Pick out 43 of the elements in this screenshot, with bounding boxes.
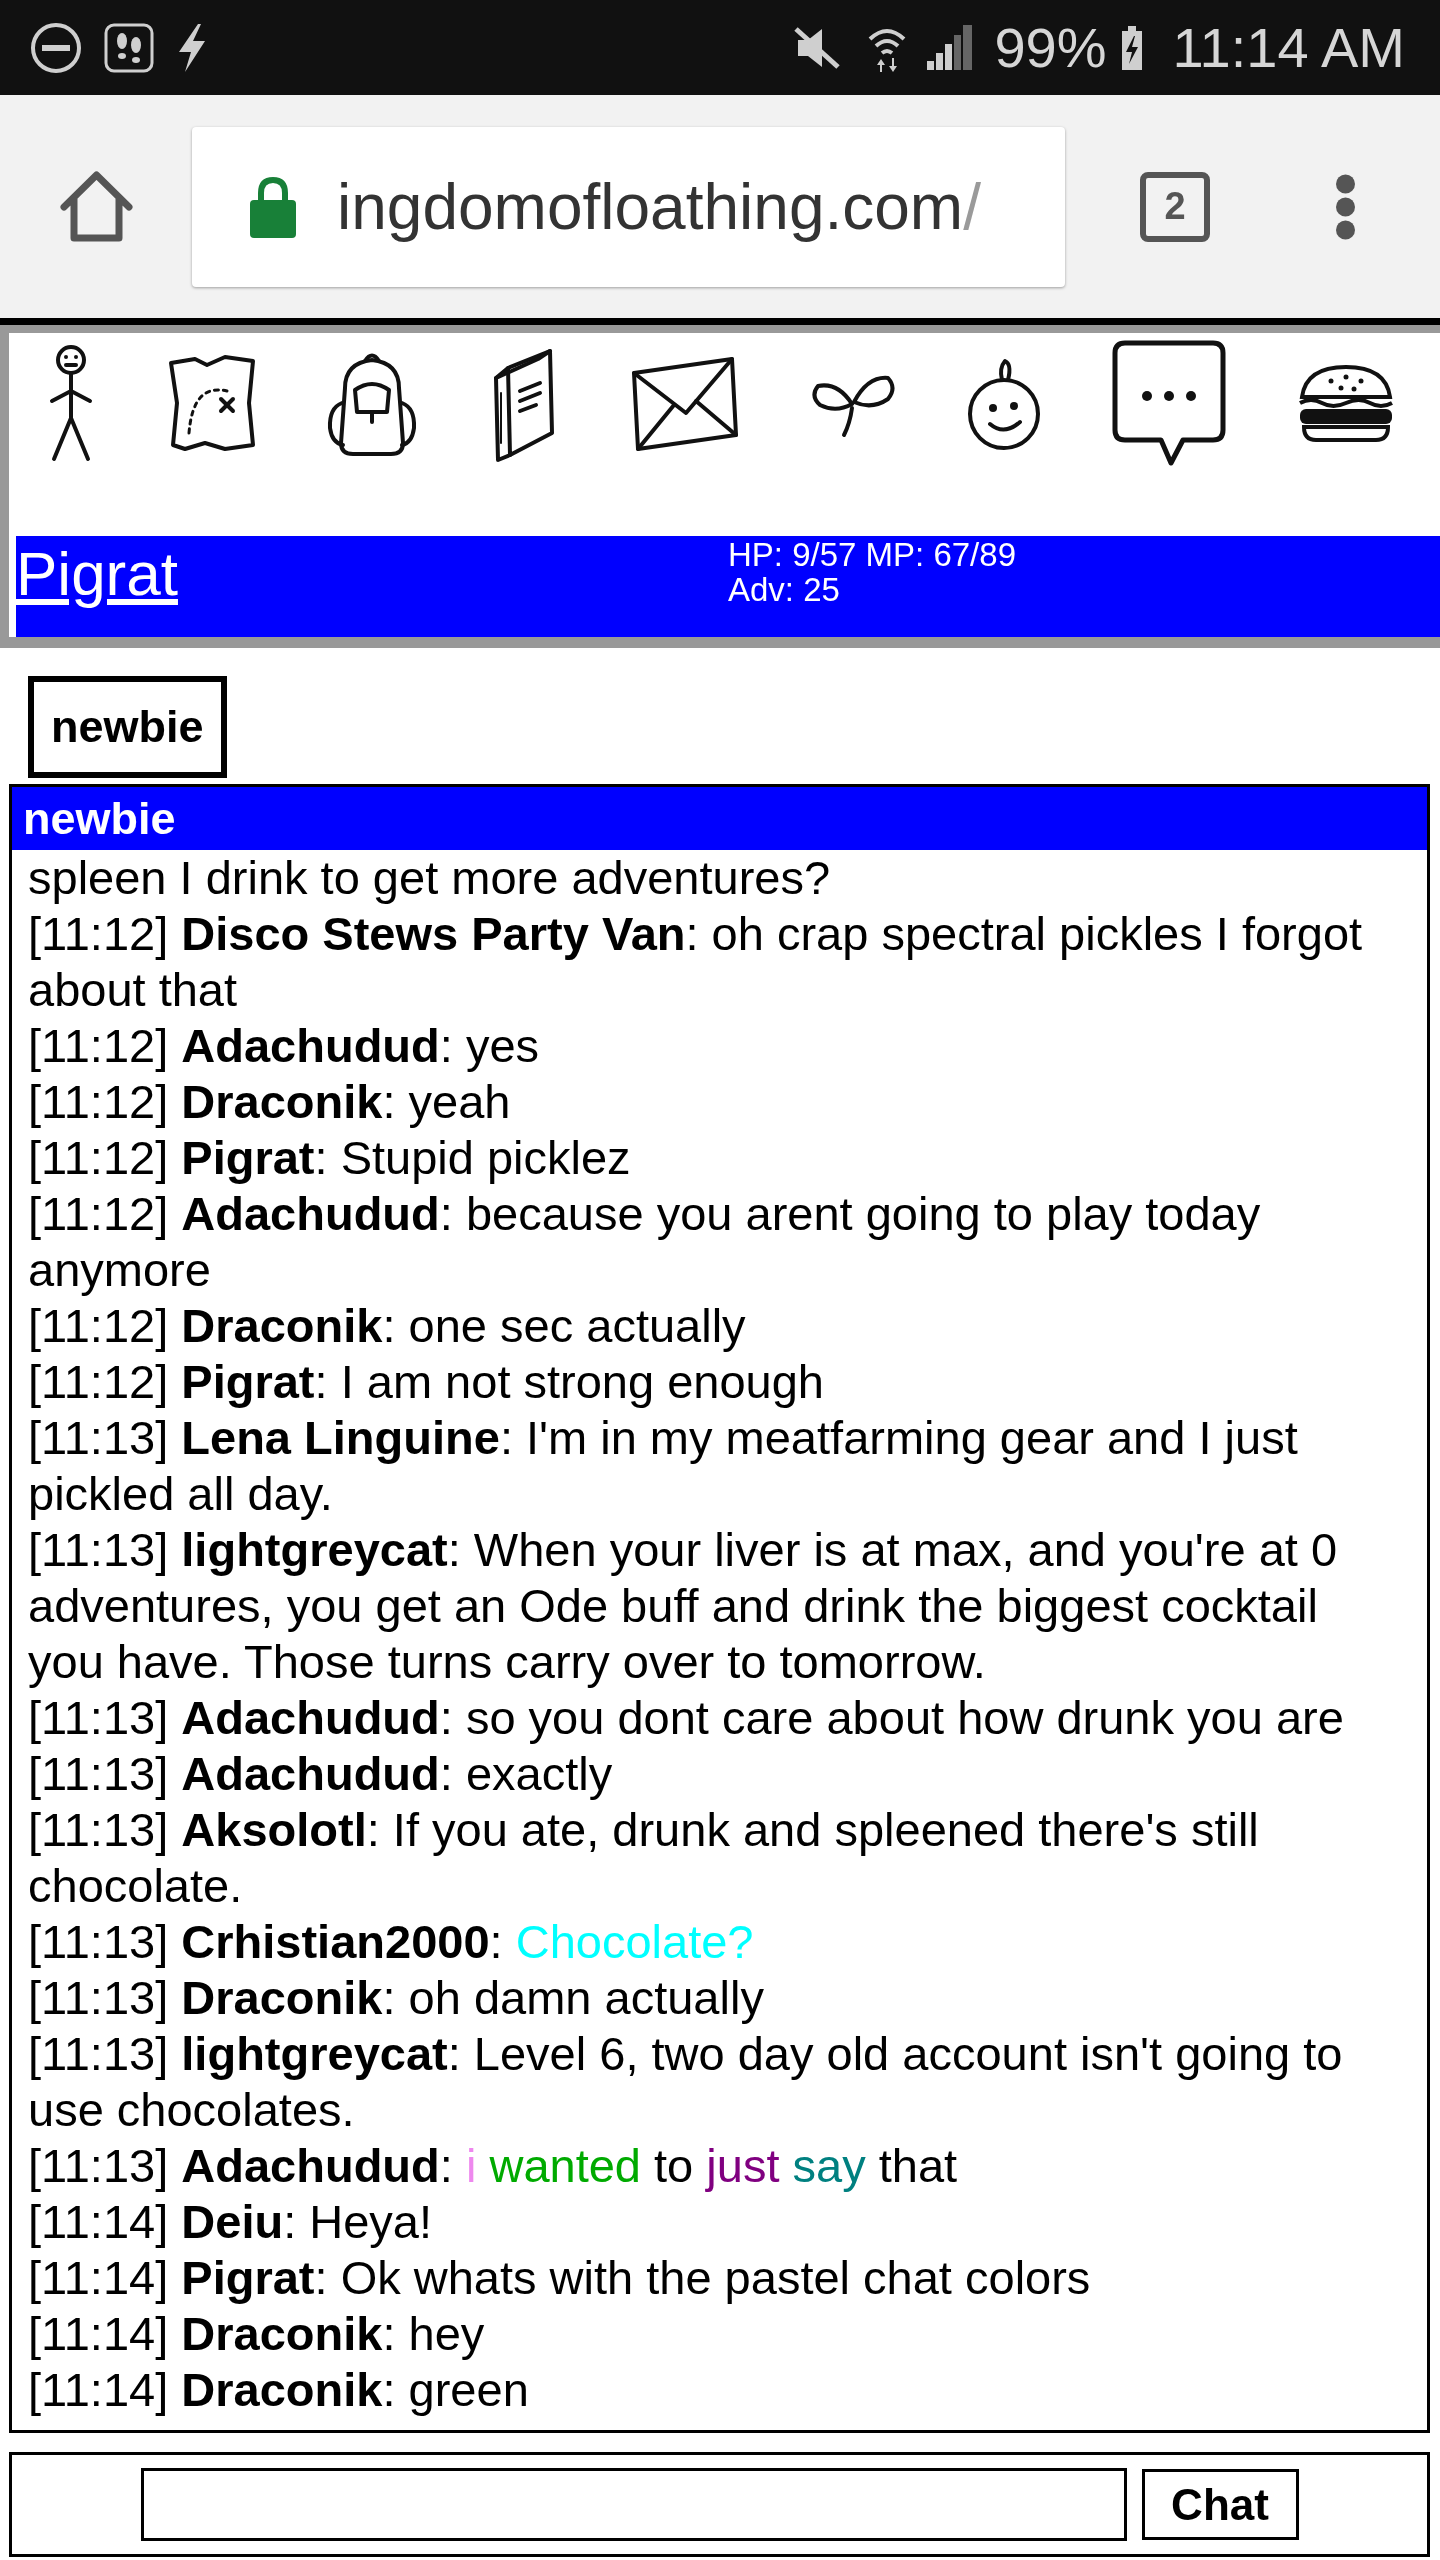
chat-message: [11:12] Pigrat: I am not strong enough — [28, 1354, 825, 1410]
chat-message: [11:13] Crhistian2000: Chocolate? — [28, 1914, 755, 1970]
chat-message: [11:14] Deiu: Heya! — [28, 2194, 434, 2250]
battery-charging-icon — [1120, 25, 1143, 70]
chat-button[interactable]: Chat — [1141, 2469, 1299, 2540]
chat-message: [11:13] Aksolotl: If you ate, drunk and spleened there's still chocolate. — [28, 1802, 1260, 1914]
chat-message: [11:13] lightgreycat: Level 6, two day old account isn't going to use chocolates. — [28, 2026, 1344, 2138]
chat-message: [11:12] Adachudud: because you arent going to play today anymore — [28, 1186, 1262, 1298]
chat-input[interactable] — [140, 2468, 1127, 2541]
chat-message: [11:12] Adachudud: yes — [28, 1018, 541, 1074]
chat-message: [11:14] Pigrat: Ok whats with the pastel chat colors — [28, 2250, 1092, 2306]
chat-message: [11:12] Draconik: yeah — [28, 1074, 512, 1130]
chat-message: [11:13] Adachudud: i wanted to just say that — [28, 2138, 959, 2194]
burger-icon[interactable] — [1296, 363, 1396, 443]
lightning-icon — [176, 23, 208, 72]
address-bar[interactable]: ingdomofloathing.com/ — [192, 126, 1065, 287]
footprints-icon — [104, 22, 154, 73]
stats-text: HP: 9/57 MP: 67/89 — [728, 537, 1016, 572]
url-text: ingdomofloathing.com/ — [337, 169, 981, 244]
chat-message: [11:13] Lena Linguine: I'm in my meatfarming gear and I just pickled all day. — [28, 1410, 1299, 1522]
stats-text: Adv: 25 — [728, 572, 840, 607]
chat-message: spleen I drink to get more adventures? — [28, 850, 832, 906]
chat-message: [11:12] Draconik: one sec actually — [28, 1298, 747, 1354]
tab-switcher-button[interactable]: 2 — [1140, 171, 1210, 242]
chat-message: [11:12] Disco Stews Party Van: oh crap spectral pickles I forgot about that — [28, 906, 1364, 1018]
chat-message: [11:13] Draconik: oh damn actually — [28, 1970, 765, 2026]
clock-time: 11:14 AM — [1172, 17, 1405, 78]
signal-icon — [927, 25, 973, 70]
menu-icon[interactable] — [1335, 173, 1356, 240]
chat-message: [11:13] lightgreycat: When your liver is at max, and you're at 0 adventures, you get an Ode buff and drink the biggest cocktail you have. Those turns carry over to tomorrow. — [28, 1522, 1339, 1690]
chat-message: [11:13] Adachudud: so you dont care about how drunk you are — [28, 1690, 1345, 1746]
channel-header: newbie — [12, 787, 1427, 850]
speech-bubble-icon[interactable] — [1111, 338, 1228, 468]
do-not-disturb-icon — [30, 21, 82, 74]
chat-message: [11:14] Draconik: hey — [28, 2306, 486, 2362]
chat-message: [11:13] Adachudud: exactly — [28, 1746, 614, 1802]
battery-percentage: 99% — [994, 17, 1107, 78]
chat-message: [11:14] Draconik: green — [28, 2362, 530, 2418]
chat-tab[interactable]: newbie — [28, 676, 227, 778]
lock-icon — [250, 175, 296, 238]
character-name-link[interactable]: Pigrat — [16, 536, 178, 612]
chat-message: [11:12] Pigrat: Stupid picklez — [28, 1130, 632, 1186]
home-icon[interactable] — [60, 170, 133, 243]
